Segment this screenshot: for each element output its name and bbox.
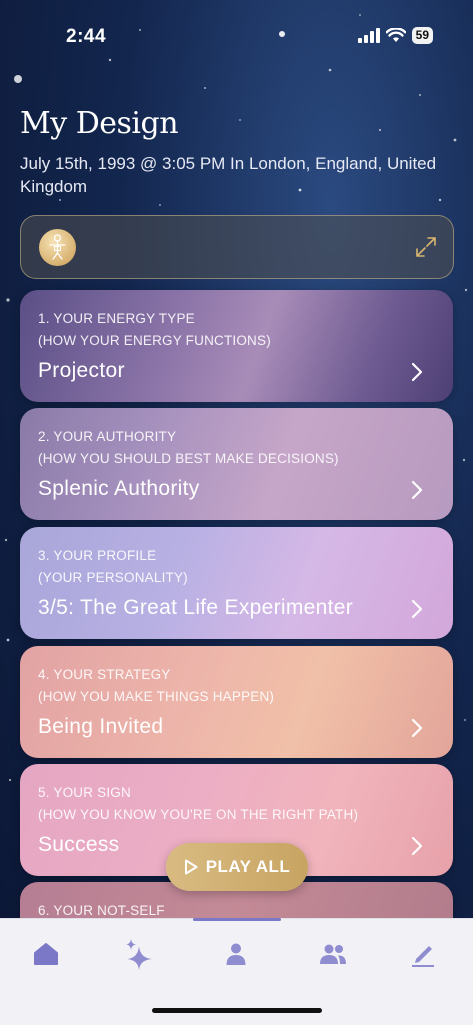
chevron-right-icon <box>411 480 423 500</box>
play-all-button[interactable]: PLAY ALL <box>166 843 308 891</box>
people-icon <box>320 944 346 964</box>
cellular-signal-icon <box>357 28 380 43</box>
card-label-title: 5. YOUR SIGN <box>38 785 131 800</box>
card-label: 2. YOUR AUTHORITY (HOW YOU SHOULD BEST M… <box>38 426 339 470</box>
chevron-right-icon <box>411 599 423 619</box>
strategy-card[interactable]: 4. YOUR STRATEGY (HOW YOU MAKE THINGS HA… <box>20 646 453 758</box>
pencil-icon <box>412 946 434 967</box>
chevron-right-icon <box>411 362 423 382</box>
status-bar: 2:44 59 <box>0 0 473 70</box>
wifi-icon <box>385 28 406 42</box>
card-value: Splenic Authority <box>38 477 200 500</box>
battery-indicator: 59 <box>411 27 433 44</box>
page-title: My Design <box>20 106 179 141</box>
card-label-subtitle: (HOW YOU SHOULD BEST MAKE DECISIONS) <box>38 451 339 466</box>
body-chart-icon <box>39 229 76 266</box>
card-label-title: 4. YOUR STRATEGY <box>38 667 171 682</box>
tab-connections[interactable] <box>318 938 348 970</box>
tab-profile[interactable] <box>221 938 251 970</box>
play-icon <box>184 859 198 875</box>
card-value: Success <box>38 833 120 856</box>
bodygraph-preview[interactable] <box>20 215 454 279</box>
card-label-title: 3. YOUR PROFILE <box>38 548 157 563</box>
play-all-label: PLAY ALL <box>205 857 291 876</box>
card-label: 1. YOUR ENERGY TYPE (HOW YOUR ENERGY FUN… <box>38 308 271 352</box>
active-tab-indicator <box>193 918 281 921</box>
tab-journal[interactable] <box>408 938 438 970</box>
birth-details: July 15th, 1993 @ 3:05 PM In London, Eng… <box>20 154 437 196</box>
person-icon <box>226 943 246 965</box>
sparkle-icon <box>126 939 152 970</box>
card-label-subtitle: (HOW YOU MAKE THINGS HAPPEN) <box>38 689 275 704</box>
status-icons: 59 <box>357 27 433 44</box>
tab-discover[interactable] <box>125 938 155 970</box>
card-value: Projector <box>38 359 125 382</box>
energy-type-card[interactable]: 1. YOUR ENERGY TYPE (HOW YOUR ENERGY FUN… <box>20 290 453 402</box>
card-label-subtitle: (HOW YOUR ENERGY FUNCTIONS) <box>38 333 271 348</box>
profile-card[interactable]: 3. YOUR PROFILE (YOUR PERSONALITY) 3/5: … <box>20 527 453 639</box>
card-value: 3/5: The Great Life Experimenter <box>38 596 354 619</box>
card-label: 5. YOUR SIGN (HOW YOU KNOW YOU'RE ON THE… <box>38 782 358 826</box>
chevron-right-icon <box>411 836 423 856</box>
chevron-right-icon <box>411 718 423 738</box>
tab-home[interactable] <box>31 938 61 970</box>
card-value: Being Invited <box>38 715 164 738</box>
home-icon <box>34 943 58 965</box>
card-label-subtitle: (HOW YOU KNOW YOU'RE ON THE RIGHT PATH) <box>38 807 359 822</box>
status-time: 2:44 <box>66 26 107 47</box>
home-indicator <box>152 1008 322 1013</box>
card-label: 4. YOUR STRATEGY (HOW YOU MAKE THINGS HA… <box>38 664 274 708</box>
expand-arrows-icon[interactable] <box>415 236 437 258</box>
card-label-subtitle: (YOUR PERSONALITY) <box>38 570 188 585</box>
card-label-title: 2. YOUR AUTHORITY <box>38 429 177 444</box>
card-label: 3. YOUR PROFILE (YOUR PERSONALITY) <box>38 545 188 589</box>
card-label-title: 1. YOUR ENERGY TYPE <box>38 311 195 326</box>
authority-card[interactable]: 2. YOUR AUTHORITY (HOW YOU SHOULD BEST M… <box>20 408 453 520</box>
